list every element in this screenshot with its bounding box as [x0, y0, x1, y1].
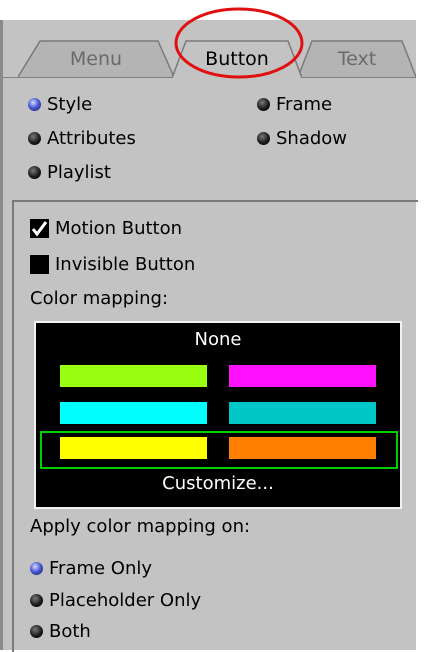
radio-icon [30, 624, 43, 638]
color-swatch[interactable] [229, 402, 376, 424]
invisible-button-checkbox[interactable]: Invisible Button [30, 252, 195, 276]
radio-icon [257, 131, 270, 145]
color-swatch[interactable] [60, 365, 207, 387]
panel-edge [0, 20, 3, 650]
customize-button[interactable]: Customize... [36, 473, 400, 494]
motion-button-label: Motion Button [55, 217, 183, 239]
color-swatch[interactable] [60, 402, 207, 424]
radio-attributes[interactable]: Attributes [28, 127, 136, 149]
radio-frame-label: Frame [276, 93, 333, 115]
checkmark-icon [31, 220, 48, 236]
tab-text[interactable]: Text [298, 40, 416, 78]
radio-frame[interactable]: Frame [257, 93, 332, 115]
color-swatch[interactable] [229, 365, 376, 387]
color-swatch[interactable] [60, 437, 207, 459]
radio-shadow[interactable]: Shadow [257, 127, 347, 149]
radio-icon [28, 131, 41, 145]
radio-attributes-label: Attributes [47, 127, 136, 149]
radio-frame-only[interactable]: Frame Only [30, 557, 152, 579]
color-mapping-list[interactable]: None Customize... [34, 321, 402, 509]
apply-mapping-heading: Apply color mapping on: [30, 516, 251, 537]
radio-both[interactable]: Both [30, 620, 91, 642]
radio-selected-icon [28, 97, 41, 111]
tab-text-label: Text [337, 48, 377, 70]
radio-both-label: Both [49, 620, 91, 642]
radio-icon [257, 97, 270, 111]
radio-style[interactable]: Style [28, 93, 92, 115]
color-mapping-none-option[interactable]: None [36, 329, 400, 350]
radio-style-label: Style [47, 93, 93, 115]
invisible-button-label: Invisible Button [55, 253, 196, 275]
tab-menu[interactable]: Menu [18, 40, 174, 78]
radio-placeholder-only-label: Placeholder Only [49, 589, 202, 611]
checkbox-checked-icon [30, 218, 49, 238]
tab-button[interactable]: Button [172, 40, 302, 79]
radio-placeholder-only[interactable]: Placeholder Only [30, 589, 201, 611]
radio-icon [30, 593, 43, 607]
checkbox-icon [30, 254, 49, 274]
tab-menu-label: Menu [69, 48, 123, 70]
color-swatch[interactable] [229, 437, 376, 459]
radio-selected-icon [30, 561, 43, 575]
color-mapping-heading: Color mapping: [30, 288, 169, 309]
radio-playlist[interactable]: Playlist [28, 161, 111, 183]
radio-frame-only-label: Frame Only [49, 557, 153, 579]
motion-button-checkbox[interactable]: Motion Button [30, 216, 182, 240]
radio-icon [28, 165, 41, 179]
radio-shadow-label: Shadow [276, 127, 348, 149]
tab-button-label: Button [205, 48, 269, 70]
radio-playlist-label: Playlist [47, 161, 111, 183]
